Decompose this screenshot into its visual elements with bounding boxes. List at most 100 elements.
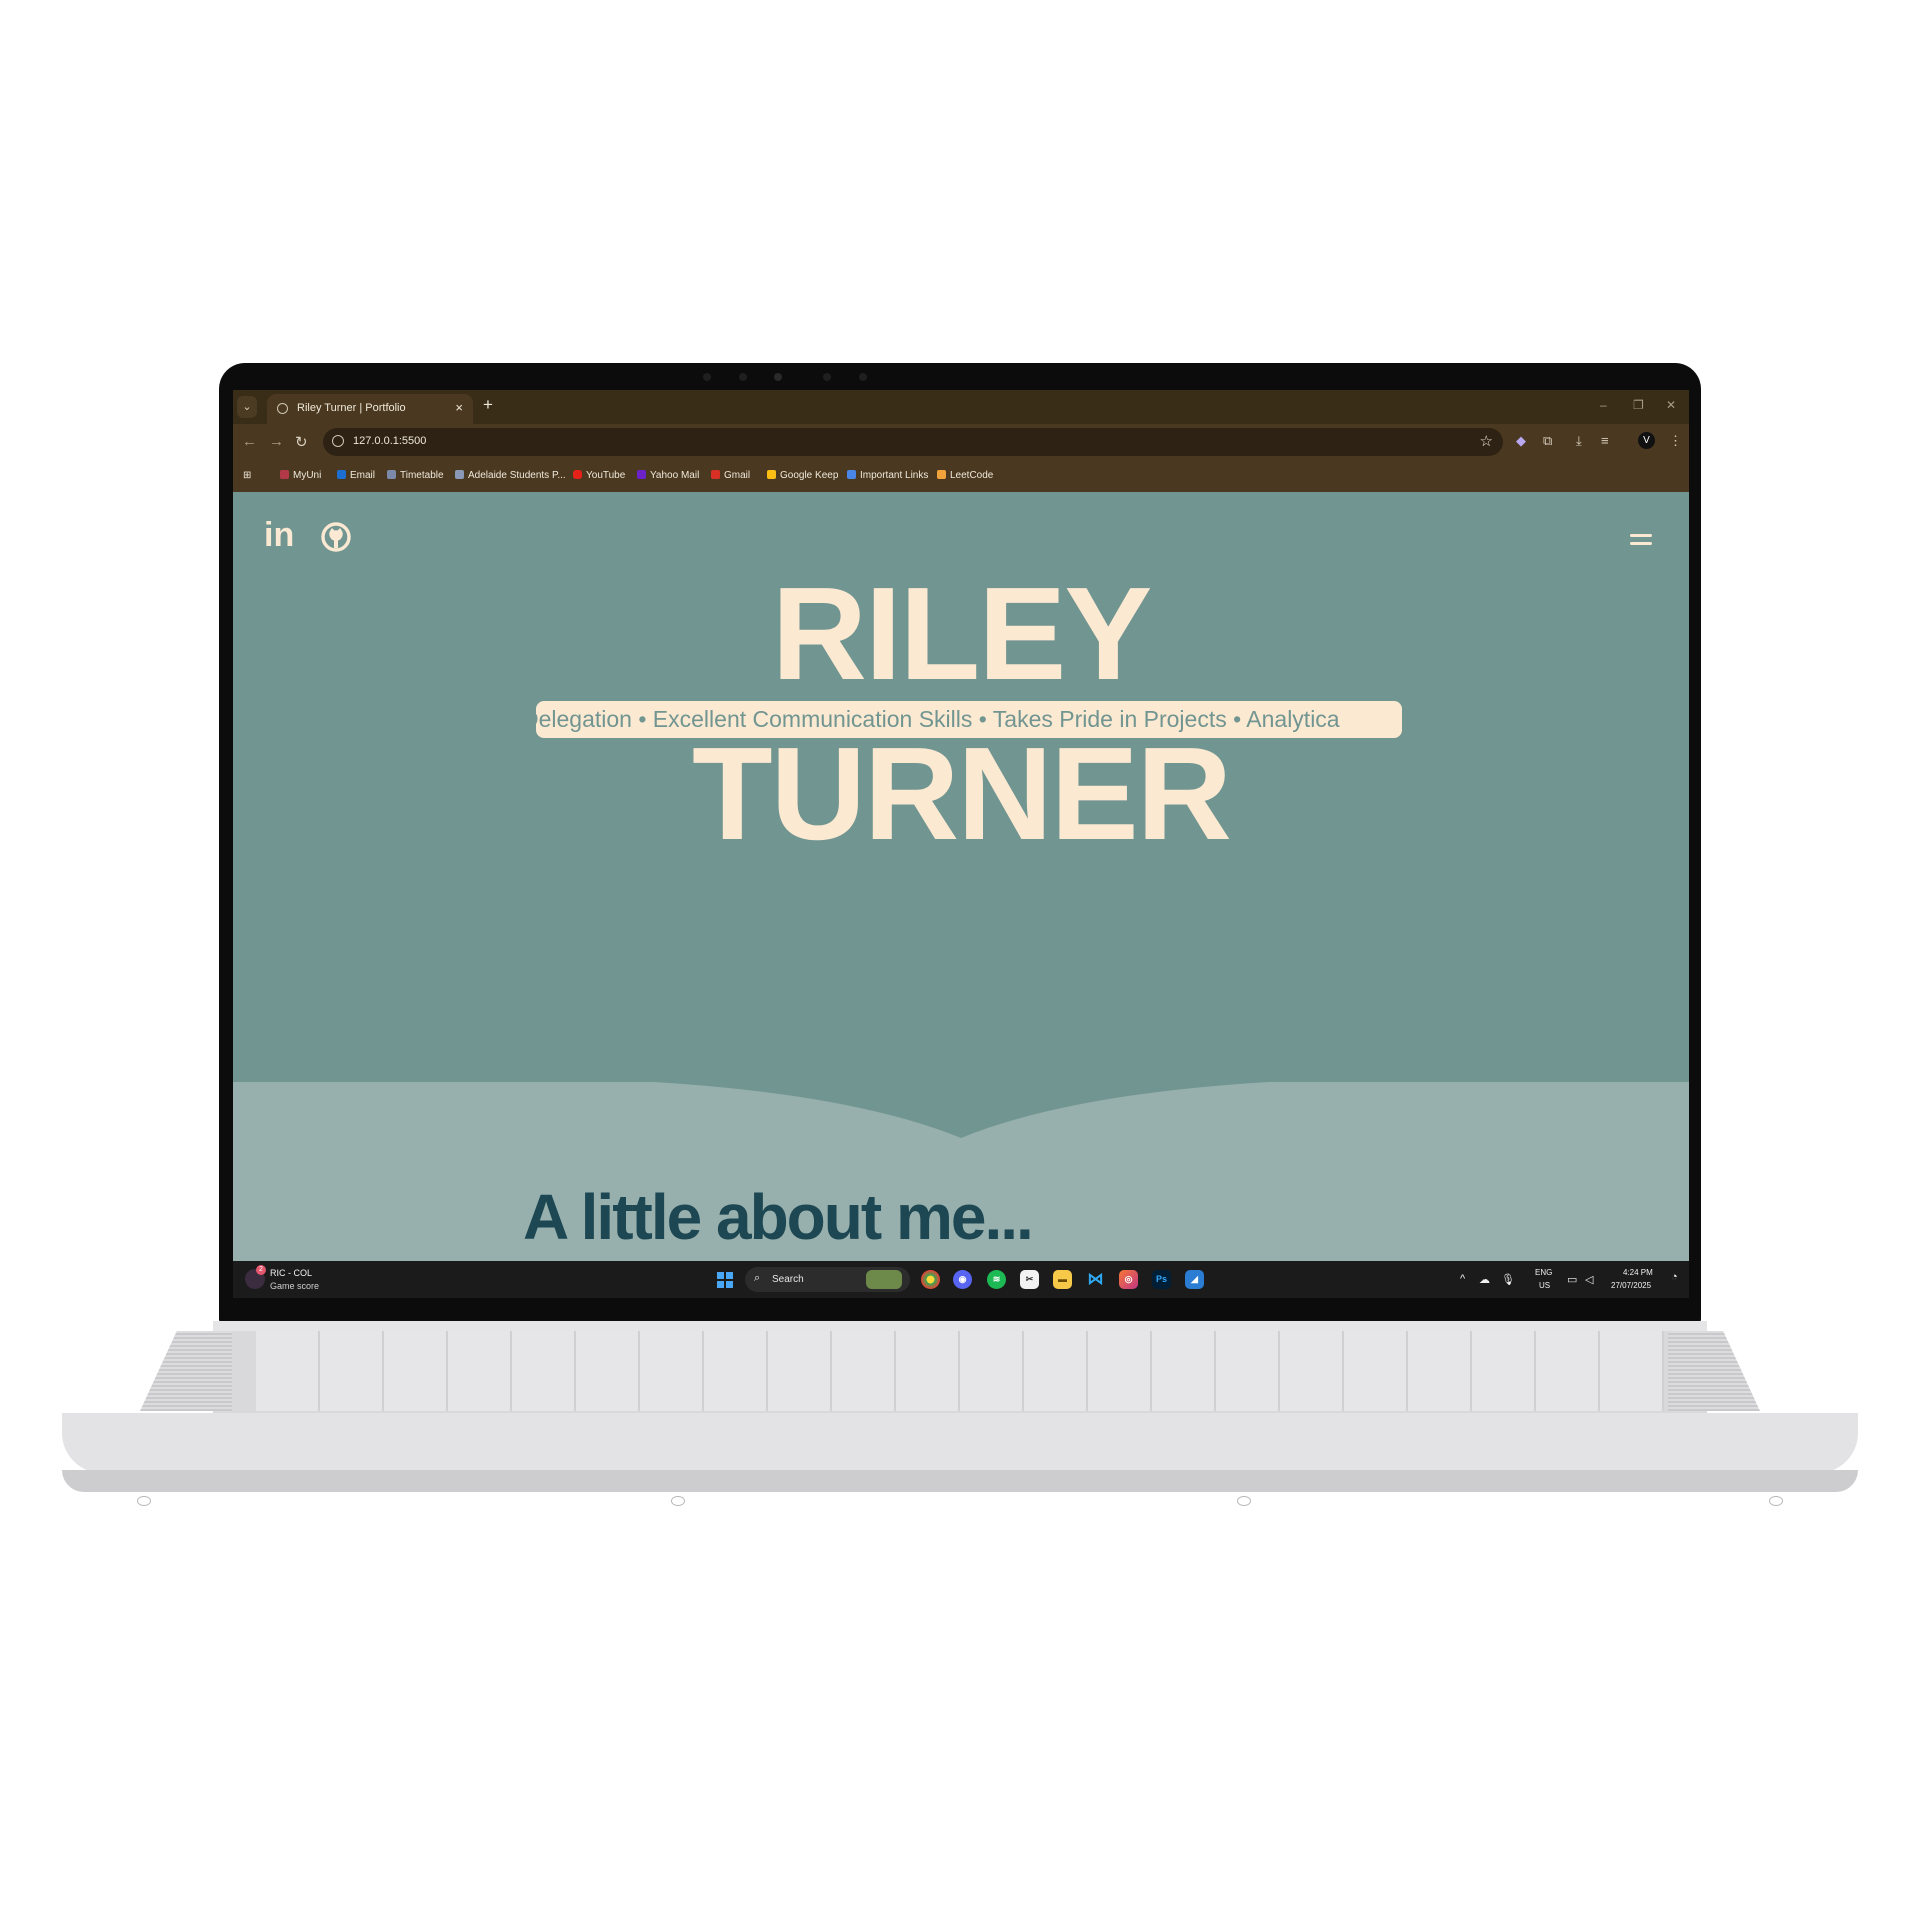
start-windows-icon[interactable] <box>717 1272 733 1288</box>
globe-icon <box>277 403 288 414</box>
webcam <box>774 373 782 381</box>
sensor-dot <box>739 373 747 381</box>
reading-list-icon[interactable]: ≡ <box>1601 433 1609 448</box>
vscode-icon[interactable]: ⋈ <box>1086 1270 1105 1289</box>
right-speaker-grille <box>1668 1331 1760 1411</box>
clock-date[interactable]: 27/07/2025 <box>1611 1281 1651 1290</box>
linkedin-icon[interactable]: in <box>264 516 294 555</box>
keep-icon <box>767 470 776 479</box>
portfolio-page: in RILEY TURNER Delegation • Excellent C… <box>233 492 1689 1261</box>
download-icon[interactable]: ⤓ <box>1576 433 1582 449</box>
apps-grid-icon[interactable]: ⊞ <box>243 470 251 481</box>
taskbar: 2 RIC - COL Game score ⌕ Search ◉ ≋ ✂ ▬ … <box>233 1261 1689 1298</box>
sensor-dot <box>703 373 711 381</box>
screen: ⌄ Riley Turner | Portfolio × + – ❐ ✕ ← →… <box>233 390 1689 1298</box>
spotify-icon[interactable]: ≋ <box>987 1270 1006 1289</box>
left-speaker-grille <box>140 1331 232 1411</box>
adelaide-icon <box>455 470 464 479</box>
search-highlight-art <box>866 1270 902 1289</box>
forward-icon[interactable]: → <box>269 433 284 450</box>
microphone-icon[interactable]: 🎙 <box>1501 1273 1515 1286</box>
outlook-icon <box>337 470 346 479</box>
sensor-dot <box>859 373 867 381</box>
laptop-foot <box>1769 1496 1783 1506</box>
sensor-dot <box>823 373 831 381</box>
network-icon[interactable]: ▭ <box>1567 1273 1577 1286</box>
tab-portfolio[interactable]: Riley Turner | Portfolio × <box>267 394 473 424</box>
tab-close-button[interactable]: × <box>455 400 463 415</box>
keyboard-keys <box>256 1331 1664 1411</box>
bookmark-timetable[interactable]: Timetable <box>387 470 444 481</box>
notifications-bell-icon[interactable]: ◔ <box>1671 1271 1678 1283</box>
yahoo-icon <box>637 470 646 479</box>
browser-toolbar: ← → ↻ 127.0.0.1:5500 ☆ ◆ ⧉ ⤓ ≡ ⋮ <box>233 424 1689 460</box>
taskbar-search-label: Search <box>772 1274 804 1285</box>
hero-first-name: RILEY <box>771 560 1153 707</box>
show-hidden-icons-chevron[interactable]: ^ <box>1460 1273 1465 1285</box>
search-icon: ⌕ <box>754 1272 761 1284</box>
docs-icon <box>847 470 856 479</box>
file-explorer-icon[interactable]: ▬ <box>1053 1270 1072 1289</box>
tab-strip: ⌄ Riley Turner | Portfolio × + – ❐ ✕ <box>233 390 1689 424</box>
menu-kebab-icon[interactable]: ⋮ <box>1669 433 1682 449</box>
timetable-icon <box>387 470 396 479</box>
bookmark-google-keep[interactable]: Google Keep <box>767 470 838 481</box>
minimize-button[interactable]: – <box>1600 398 1607 412</box>
hero-last-name: TURNER <box>692 720 1232 867</box>
bookmark-yahoo-mail[interactable]: Yahoo Mail <box>637 470 699 481</box>
hinge <box>213 1321 1707 1331</box>
hamburger-menu-icon[interactable] <box>1630 534 1652 546</box>
language-bottom[interactable]: US <box>1539 1281 1550 1290</box>
back-icon[interactable]: ← <box>242 433 257 450</box>
leetcode-icon <box>937 470 946 479</box>
volume-icon[interactable]: ◁ <box>1585 1273 1593 1286</box>
bookmark-adelaide-students[interactable]: Adelaide Students P... <box>455 470 566 481</box>
close-window-button[interactable]: ✕ <box>1666 398 1676 412</box>
extension-icon[interactable]: ◆ <box>1516 433 1526 449</box>
tab-search-button[interactable]: ⌄ <box>237 396 257 418</box>
laptop-base-edge <box>62 1470 1858 1492</box>
address-bar[interactable]: 127.0.0.1:5500 ☆ <box>323 428 1503 456</box>
laptop: ⌄ Riley Turner | Portfolio × + – ❐ ✕ ← →… <box>0 0 1920 1920</box>
snipping-tool-icon[interactable]: ✂ <box>1020 1270 1039 1289</box>
laptop-foot <box>1237 1496 1251 1506</box>
bookmark-star-icon[interactable]: ☆ <box>1480 432 1493 450</box>
reload-icon[interactable]: ↻ <box>295 433 308 451</box>
laptop-base <box>62 1413 1858 1473</box>
site-info-icon[interactable] <box>332 435 344 447</box>
bookmark-email[interactable]: Email <box>337 470 375 481</box>
bookmark-youtube[interactable]: YouTube <box>573 470 625 481</box>
new-tab-button[interactable]: + <box>483 395 493 415</box>
language-top[interactable]: ENG <box>1535 1268 1552 1277</box>
widgets-badge: 2 <box>256 1265 266 1275</box>
chrome-icon[interactable] <box>921 1270 940 1289</box>
instagram-icon[interactable]: ◎ <box>1119 1270 1138 1289</box>
address-url[interactable]: 127.0.0.1:5500 <box>353 435 426 447</box>
myuni-icon <box>280 470 289 479</box>
bookmarks-bar: ⊞ MyUni Email Timetable Adelaide Student… <box>233 460 1689 492</box>
discord-icon[interactable]: ◉ <box>953 1270 972 1289</box>
paint-icon[interactable]: ◢ <box>1185 1270 1204 1289</box>
tab-title: Riley Turner | Portfolio <box>297 402 406 414</box>
skills-ticker-text: Delegation • Excellent Communication Ski… <box>536 706 1340 732</box>
photoshop-icon[interactable]: Ps <box>1152 1270 1171 1289</box>
cloud-sync-icon[interactable]: ☁ <box>1479 1273 1490 1286</box>
laptop-foot <box>137 1496 151 1506</box>
extensions-puzzle-icon[interactable]: ⧉ <box>1543 433 1552 449</box>
github-icon[interactable] <box>320 521 352 553</box>
restore-button[interactable]: ❐ <box>1633 398 1644 412</box>
about-heading: A little about me... <box>523 1181 1034 1253</box>
taskbar-search[interactable]: ⌕ Search <box>745 1267 910 1292</box>
gmail-icon <box>711 470 720 479</box>
widget-subtitle[interactable]: Game score <box>270 1281 319 1291</box>
profile-avatar[interactable]: V <box>1638 432 1655 449</box>
skills-ticker: Delegation • Excellent Communication Ski… <box>536 701 1402 738</box>
laptop-foot <box>671 1496 685 1506</box>
bookmark-myuni[interactable]: MyUni <box>280 470 321 481</box>
clock-time[interactable]: 4:24 PM <box>1623 1268 1653 1277</box>
bookmark-gmail[interactable]: Gmail <box>711 470 750 481</box>
youtube-icon <box>573 470 582 479</box>
bookmark-leetcode[interactable]: LeetCode <box>937 470 993 481</box>
bookmark-important-links[interactable]: Important Links <box>847 470 928 481</box>
widget-title[interactable]: RIC - COL <box>270 1268 312 1278</box>
